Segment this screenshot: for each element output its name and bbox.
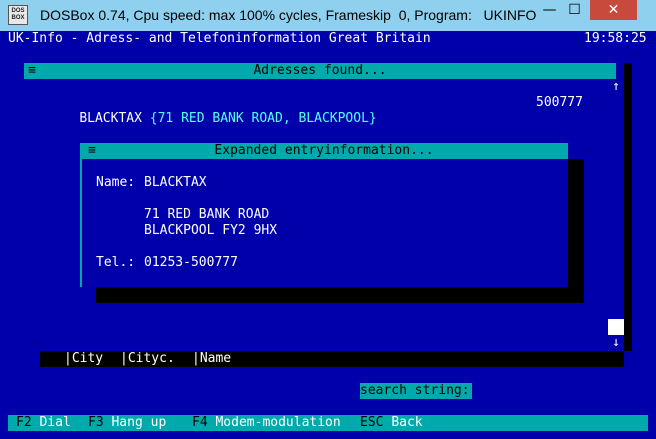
results-panel-shadow [624, 63, 632, 351]
f2-dial[interactable]: F2 Dial [16, 415, 71, 431]
expanded-panel-shadow-bottom [96, 287, 584, 303]
name-label: Name: [96, 175, 136, 190]
column-header-bar: |City |Cityc. |Name [40, 351, 624, 367]
tel-value: 01253-500777 [144, 255, 238, 270]
maximize-icon: ☐ [568, 2, 581, 18]
column-cityc[interactable]: |Cityc. [120, 351, 175, 367]
scroll-down-icon[interactable]: ↓ [608, 335, 624, 351]
top-status-bar: UK-Info - Adress- and Telefoninformation… [8, 31, 648, 47]
window-title: DOSBox 0.74, Cpu speed: max 100% cycles,… [40, 7, 537, 23]
window-titlebar: DOS BOX DOSBox 0.74, Cpu speed: max 100%… [0, 0, 656, 31]
f4-modem-modulation[interactable]: F4 Modem-modulation [192, 415, 341, 431]
expanded-panel-title: Expanded entryinformation... [214, 143, 434, 158]
minimize-button[interactable]: — [537, 0, 562, 20]
f3-hang-up[interactable]: F3 Hang up [88, 415, 166, 431]
results-panel-menu-icon[interactable]: ≡ [24, 63, 40, 79]
address-line-1: 71 RED BANK ROAD [144, 207, 270, 222]
scrollbar-track[interactable] [608, 95, 624, 319]
function-key-bar: F2 Dial F3 Hang up F4 Modem-modulation E… [8, 415, 648, 431]
tel-label: Tel.: [96, 255, 136, 270]
expanded-panel-menu-icon[interactable]: ≡ [88, 143, 96, 159]
minimize-icon: — [542, 2, 557, 18]
address-line-2: BLACKPOOL FY2 9HX [144, 223, 278, 238]
close-button[interactable]: ✕ [590, 0, 637, 20]
result-number: 500777 [536, 95, 583, 110]
dos-screen: UK-Info - Adress- and Telefoninformation… [8, 31, 648, 431]
expanded-panel-shadow [568, 159, 584, 303]
close-icon: ✕ [607, 2, 620, 18]
maximize-button[interactable]: ☐ [562, 0, 587, 20]
column-name[interactable]: |Name [192, 351, 231, 367]
column-city[interactable]: |City [64, 351, 103, 367]
results-panel-title: Adresses found... [253, 63, 387, 78]
result-list-item[interactable]: BLACKTAX {71 RED BANK ROAD, BLACKPOOL} [48, 95, 588, 143]
result-name: BLACKTAX [79, 111, 142, 126]
result-address: {71 RED BANK ROAD, BLACKPOOL} [149, 111, 377, 126]
app-title: UK-Info - Adress- and Telefoninformation… [8, 31, 431, 46]
esc-back[interactable]: ESC Back [360, 415, 423, 431]
dosbox-app-icon[interactable]: DOS BOX [8, 5, 28, 25]
scroll-up-icon[interactable]: ↑ [608, 79, 624, 95]
clock: 19:58:25 [584, 31, 647, 46]
name-value: BLACKTAX [144, 175, 207, 190]
search-input[interactable] [480, 383, 640, 399]
search-label: search string: [360, 383, 472, 399]
